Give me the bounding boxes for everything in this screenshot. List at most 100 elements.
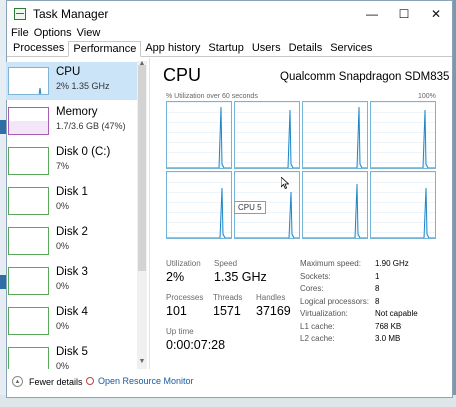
resource-item-memory[interactable]: Memory 1.7/3.6 GB (47%): [6, 102, 137, 140]
resource-thumbnail-graph: [8, 187, 49, 215]
resource-usage: 2% 1.35 GHz: [56, 81, 110, 91]
resource-list: CPU 2% 1.35 GHz Memory 1.7/3.6 GB (47%) Disk…: [6, 61, 137, 369]
tab-users[interactable]: Users: [248, 41, 285, 56]
resource-item-cpu[interactable]: CPU 2% 1.35 GHz: [6, 62, 137, 100]
core-tooltip: CPU 5: [234, 201, 266, 214]
tab-performance[interactable]: Performance: [68, 41, 142, 57]
tab-details[interactable]: Details: [285, 41, 327, 56]
tab-startup[interactable]: Startup: [204, 41, 247, 56]
spec-label: Sockets:: [300, 271, 331, 281]
resource-thumbnail-graph: [8, 227, 49, 255]
window-title: Task Manager: [33, 7, 109, 21]
title-bar[interactable]: Task Manager — ☐ ✕: [7, 1, 452, 27]
pane-divider[interactable]: [149, 58, 150, 369]
speed-value: 1.35 GHz: [214, 270, 267, 284]
menu-file[interactable]: File: [11, 27, 29, 40]
processes-label: Processes: [166, 293, 204, 302]
core-graph-2[interactable]: [302, 101, 368, 169]
resource-list-scrollbar[interactable]: ▲ ▼: [137, 60, 147, 369]
scroll-down-arrow-icon[interactable]: ▼: [137, 358, 147, 365]
core-graphs-grid: [166, 101, 436, 241]
core-graph-0[interactable]: [166, 101, 232, 169]
resource-item-disk-5[interactable]: Disk 5 0%: [6, 342, 137, 369]
chevron-up-icon: ▲: [12, 376, 23, 387]
resource-item-disk-0-c[interactable]: Disk 0 (C:) 7%: [6, 142, 137, 180]
resource-usage: 0%: [56, 241, 70, 251]
resource-thumbnail-graph: [8, 67, 49, 95]
speed-label: Speed: [214, 259, 238, 268]
open-resource-monitor-label: Open Resource Monitor: [98, 376, 194, 386]
resource-thumbnail-graph: [8, 347, 49, 369]
resource-usage: 0%: [56, 201, 70, 211]
spec-label: Virtualization:: [300, 309, 348, 318]
resource-thumbnail-graph: [8, 307, 49, 335]
spec-value: 8: [375, 296, 380, 306]
close-button[interactable]: ✕: [420, 1, 452, 27]
threads-value: 1571: [213, 304, 241, 318]
resource-name: Disk 5: [56, 346, 88, 358]
uptime-value: 0:00:07:28: [166, 338, 226, 352]
fewer-details-label: Fewer details: [29, 376, 83, 387]
resource-usage: 0%: [56, 361, 70, 369]
graph-max-label: 100%: [418, 93, 436, 100]
utilization-value: 2%: [166, 270, 185, 284]
tab-services[interactable]: Services: [326, 41, 376, 56]
handles-label: Handles: [256, 293, 286, 302]
tab-app-history[interactable]: App history: [141, 41, 204, 56]
core-graph-7[interactable]: [370, 171, 436, 239]
resource-thumbnail-graph: [8, 267, 49, 295]
resource-item-disk-1[interactable]: Disk 1 0%: [6, 182, 137, 220]
open-resource-monitor-link[interactable]: Open Resource Monitor: [86, 376, 194, 386]
menu-view[interactable]: View: [77, 27, 101, 40]
menu-bar: File Options View: [7, 27, 452, 40]
spec-label: Maximum speed:: [300, 259, 361, 268]
scrollbar-thumb[interactable]: [138, 65, 146, 271]
resource-name: CPU: [56, 66, 81, 78]
detail-title: CPU: [163, 65, 202, 85]
resource-name: Disk 3: [56, 266, 88, 278]
spec-label: Cores:: [300, 284, 324, 293]
menu-options[interactable]: Options: [34, 27, 72, 40]
spec-value: 1.90 GHz: [375, 259, 409, 268]
handles-value: 37169: [256, 304, 291, 318]
core-graph-6[interactable]: [302, 171, 368, 239]
processes-value: 101: [166, 304, 187, 318]
spec-value: 1: [375, 271, 380, 281]
fewer-details-button[interactable]: ▲ Fewer details: [12, 376, 83, 387]
resource-usage: 7%: [56, 161, 70, 171]
tab-strip: Processes Performance App history Startu…: [7, 41, 452, 57]
spec-label: L1 cache:: [300, 321, 335, 331]
spec-value: 8: [375, 284, 380, 293]
resource-name: Disk 2: [56, 226, 88, 238]
maximize-button[interactable]: ☐: [388, 1, 420, 27]
spec-label: Logical processors:: [300, 296, 369, 306]
resource-item-disk-2[interactable]: Disk 2 0%: [6, 222, 137, 260]
mouse-cursor-icon: [281, 177, 289, 189]
task-manager-icon: [14, 8, 26, 20]
spec-label: L2 cache:: [300, 334, 335, 343]
resource-thumbnail-graph: [8, 107, 49, 135]
core-graph-4[interactable]: [166, 171, 232, 239]
resource-monitor-icon: [86, 377, 94, 385]
threads-label: Threads: [213, 293, 243, 302]
uptime-label: Up time: [166, 327, 194, 336]
core-graph-1[interactable]: [234, 101, 300, 169]
resource-thumbnail-graph: [8, 147, 49, 175]
resource-usage: 0%: [56, 281, 70, 291]
core-graph-3[interactable]: [370, 101, 436, 169]
cpu-model-name: Qualcomm Snapdragon SDM835: [280, 71, 450, 83]
resource-item-disk-4[interactable]: Disk 4 0%: [6, 302, 137, 340]
graph-caption: % Utilization over 60 seconds: [166, 93, 258, 100]
tab-processes[interactable]: Processes: [9, 41, 68, 56]
spec-value: 3.0 MB: [375, 334, 401, 343]
spec-value: Not capable: [375, 309, 418, 318]
resource-usage: 1.7/3.6 GB (47%): [56, 121, 126, 131]
utilization-label: Utilization: [166, 259, 201, 268]
resource-name: Disk 0 (C:): [56, 146, 111, 158]
spec-value: 768 KB: [375, 321, 402, 331]
resource-name: Memory: [56, 106, 98, 118]
resource-name: Disk 4: [56, 306, 88, 318]
minimize-button[interactable]: —: [356, 1, 388, 27]
resource-item-disk-3[interactable]: Disk 3 0%: [6, 262, 137, 300]
resource-name: Disk 1: [56, 186, 88, 198]
